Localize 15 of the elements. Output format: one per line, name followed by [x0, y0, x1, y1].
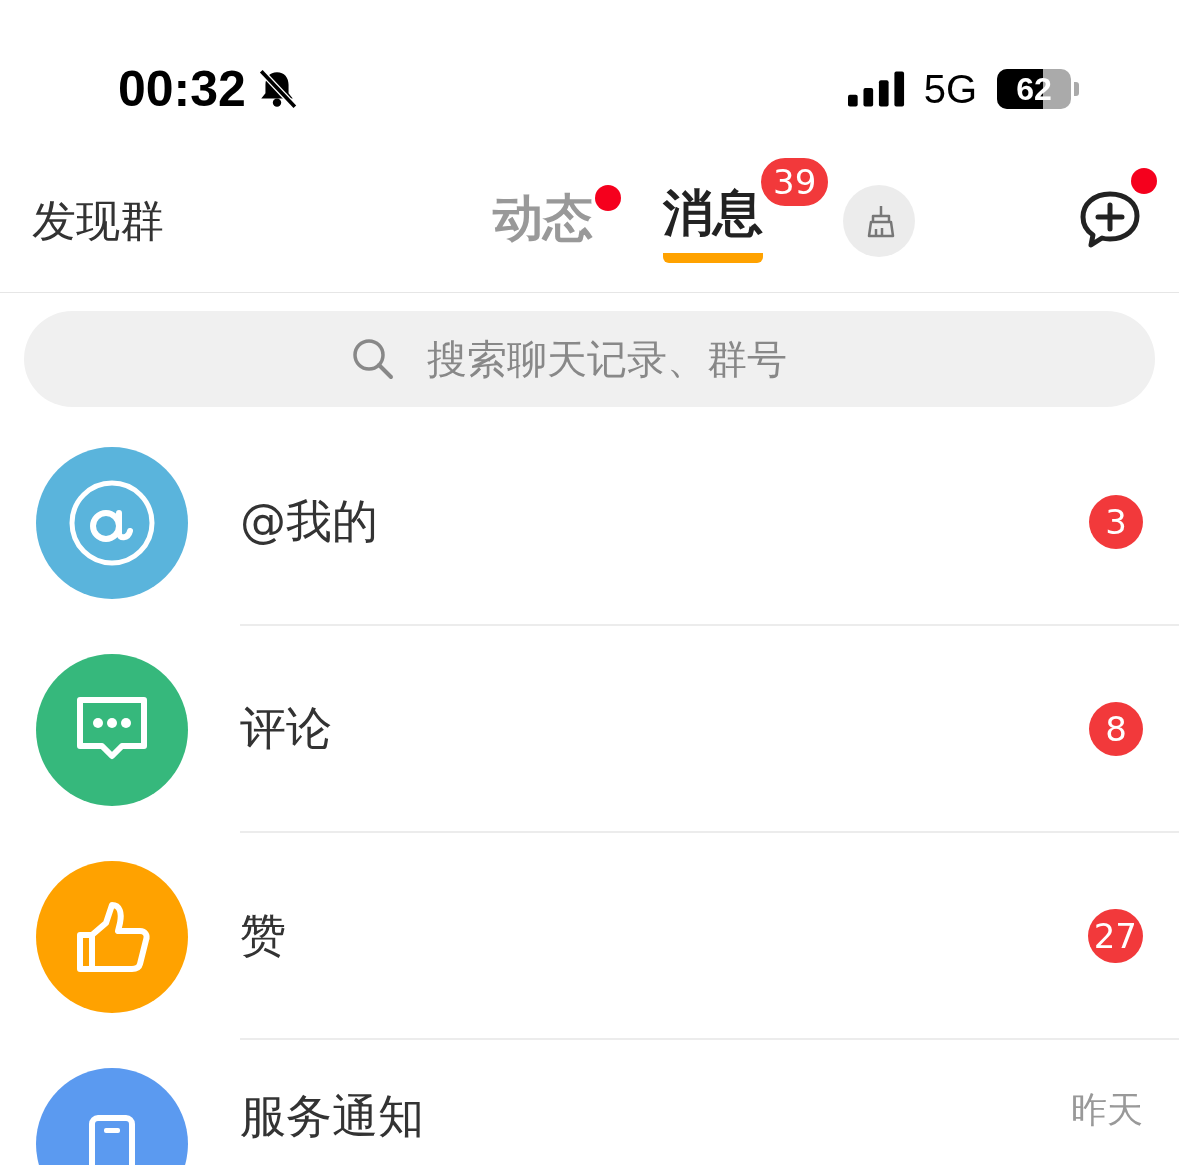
- search-field[interactable]: 搜索聊天记录、群号: [424, 335, 829, 383]
- message-title: 服务通知: [239, 1088, 425, 1145]
- message-time: 昨天: [1071, 1088, 1143, 1132]
- status-time: 00:32: [118, 60, 246, 118]
- message-title: 赞: [239, 906, 287, 964]
- message-title: @我的: [239, 492, 379, 550]
- unread-badge: 39: [759, 155, 831, 208]
- network-label: 5G: [923, 66, 977, 112]
- unread-badge: 3: [1089, 494, 1143, 549]
- search-icon: [350, 337, 395, 381]
- discover-groups-link[interactable]: 发现群: [32, 191, 164, 251]
- unread-badge: 8: [1089, 701, 1143, 756]
- unread-badge: 27: [1087, 908, 1143, 963]
- signal-icon: [847, 71, 906, 107]
- message-title: 评论: [239, 699, 333, 757]
